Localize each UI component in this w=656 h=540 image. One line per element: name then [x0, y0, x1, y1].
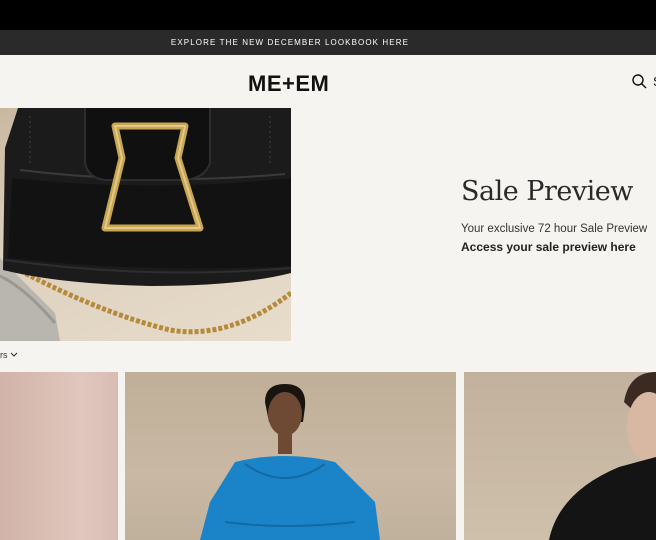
sale-preview-link[interactable]: Access your sale preview here [461, 240, 656, 254]
product-card-1[interactable] [0, 372, 118, 540]
product-card-2[interactable] [125, 372, 456, 540]
filter-dropdown[interactable]: rs [0, 350, 18, 360]
search-button[interactable]: S [632, 74, 656, 89]
promo-text[interactable]: EXPLORE THE NEW DECEMBER LOOKBOOK HERE [171, 38, 409, 47]
model-blue-dress [200, 384, 380, 540]
sale-preview-title: Sale Preview [461, 176, 633, 207]
search-icon [632, 74, 647, 89]
sale-preview-subtitle: Your exclusive 72 hour Sale Preview [461, 223, 648, 235]
site-logo[interactable]: ME+EM [248, 71, 329, 97]
filter-label: rs [0, 350, 8, 360]
promo-banner[interactable]: EXPLORE THE NEW DECEMBER LOOKBOOK HERE [0, 30, 656, 55]
site-header: ME+EM S [0, 55, 656, 108]
browser-top-bar [0, 0, 656, 30]
handbag-illustration [0, 108, 291, 341]
hero-text-block: Sale Preview Your exclusive 72 hour Sale… [461, 176, 656, 254]
product-card-3[interactable] [464, 372, 656, 540]
model-black-top [549, 372, 656, 540]
hero-image-handbag[interactable] [0, 108, 291, 341]
chevron-down-icon [10, 352, 17, 357]
